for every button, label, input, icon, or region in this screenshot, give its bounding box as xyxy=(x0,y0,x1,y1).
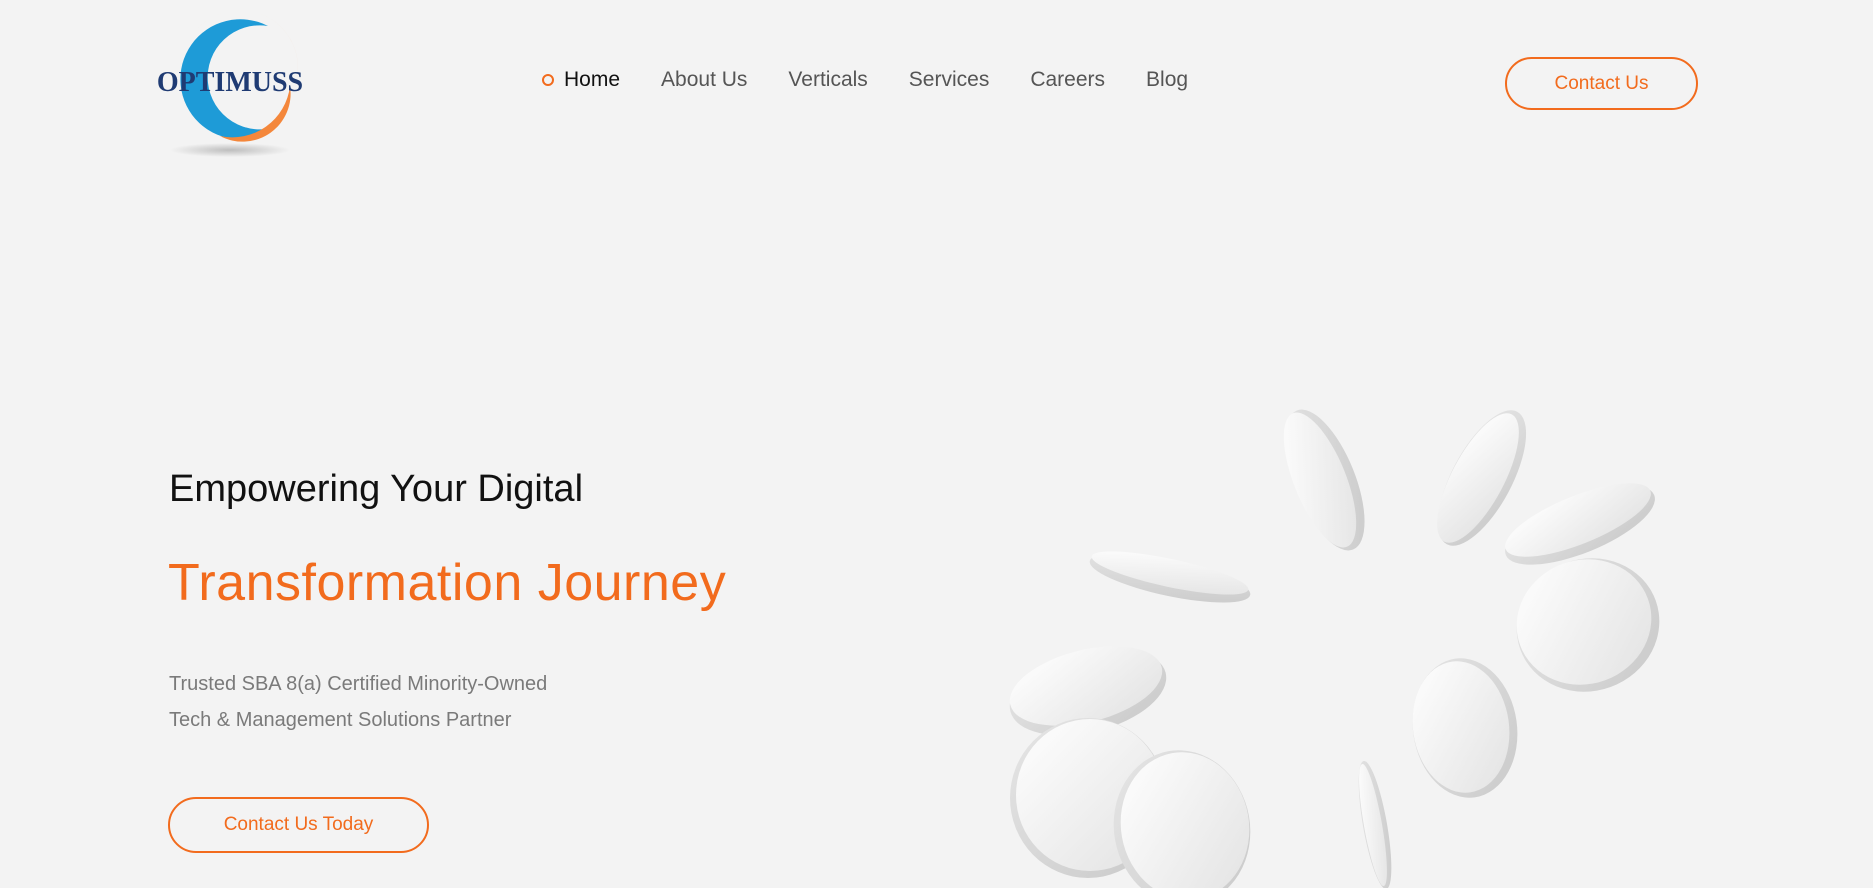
nav-item-about-us[interactable]: About Us xyxy=(661,68,747,92)
disc xyxy=(1412,658,1518,798)
nav-item-label: Careers xyxy=(1030,68,1106,91)
nav-item-verticals[interactable]: Verticals xyxy=(788,68,867,92)
hero-decorative-discs xyxy=(980,380,1740,888)
nav-item-label: Services xyxy=(908,68,990,91)
nav-item-label: Verticals xyxy=(788,68,868,91)
hero-subtitle: Trusted SBA 8(a) Certified Minority-Owne… xyxy=(169,666,547,738)
optimuss-logo[interactable]: OPTIMUSS xyxy=(150,8,310,158)
site-header: OPTIMUSS Home About Us Verticals Service… xyxy=(0,0,1873,170)
hero-heading-accent: Transformation Journey xyxy=(168,554,727,612)
nav-item-label: About Us xyxy=(661,68,748,91)
active-indicator-icon xyxy=(542,74,554,86)
nav-item-label: Home xyxy=(564,68,621,91)
nav-item-blog[interactable]: Blog xyxy=(1146,68,1188,92)
nav-item-home[interactable]: Home xyxy=(542,68,620,92)
logo-wordmark: OPTIMUSS xyxy=(157,67,303,98)
contact-us-button[interactable]: Contact Us xyxy=(1505,57,1698,110)
hero-subtitle-line: Tech & Management Solutions Partner xyxy=(169,709,512,731)
contact-us-today-button[interactable]: Contact Us Today xyxy=(168,797,429,853)
nav-item-services[interactable]: Services xyxy=(909,68,990,92)
nav-item-label: Blog xyxy=(1146,68,1189,91)
hero-heading: Empowering Your Digital xyxy=(169,468,584,510)
disc xyxy=(1358,760,1392,888)
nav-item-careers[interactable]: Careers xyxy=(1030,68,1105,92)
page: OPTIMUSS Home About Us Verticals Service… xyxy=(0,0,1873,888)
disc xyxy=(1283,409,1365,551)
hero-subtitle-line: Trusted SBA 8(a) Certified Minority-Owne… xyxy=(169,673,548,695)
main-nav: Home About Us Verticals Services Careers… xyxy=(542,68,1188,92)
disc xyxy=(1089,551,1251,603)
